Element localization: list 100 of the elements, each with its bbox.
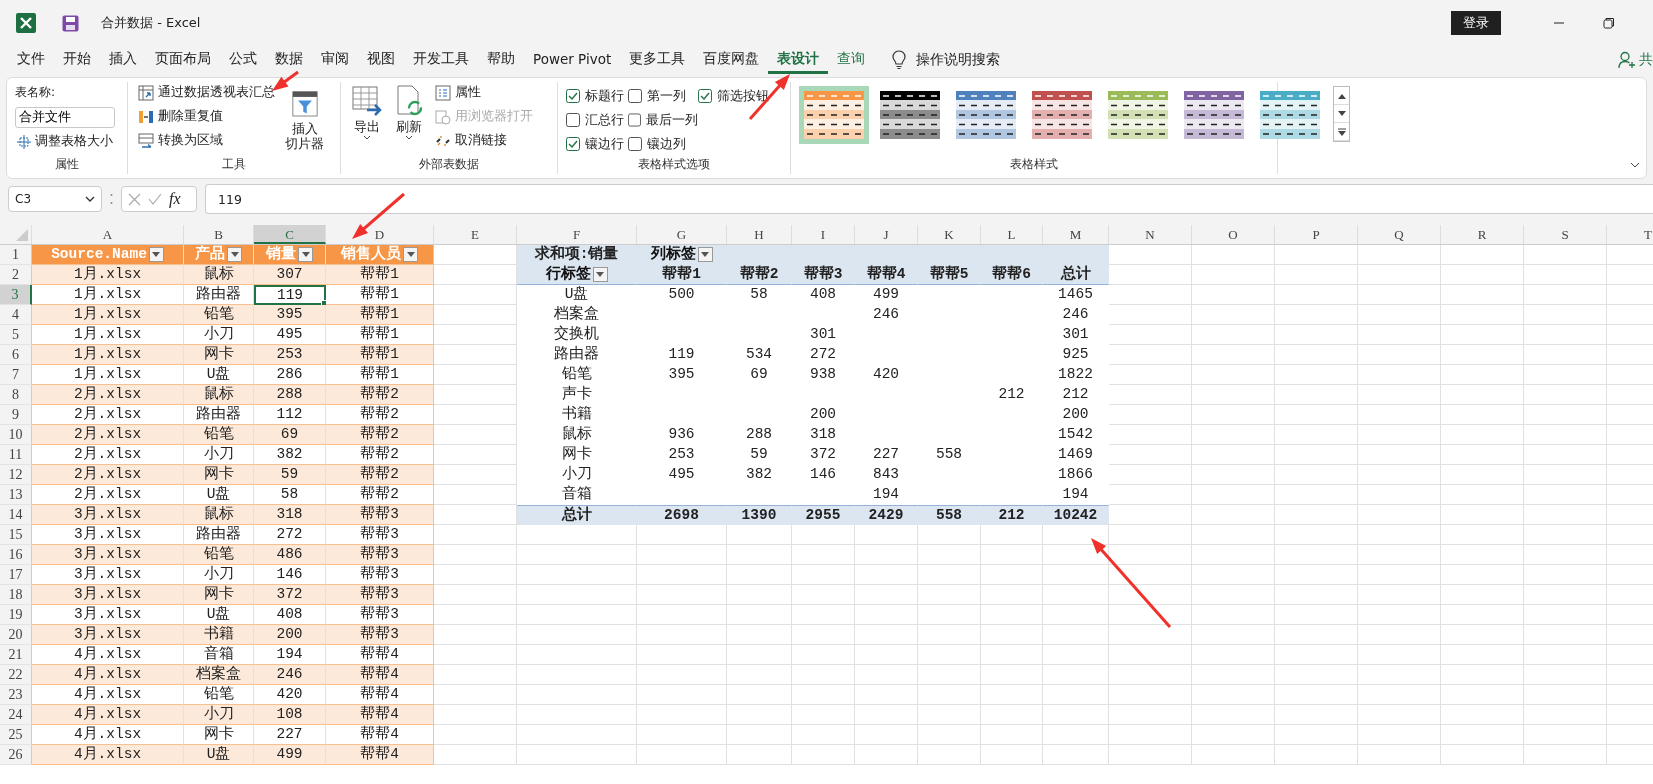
row-number[interactable]: 13 bbox=[0, 485, 32, 505]
table-cell: 小刀 bbox=[184, 565, 254, 585]
ribbon-tab[interactable]: 百度网盘 bbox=[694, 46, 769, 74]
row-number[interactable]: 20 bbox=[0, 625, 32, 645]
row-number[interactable]: 16 bbox=[0, 545, 32, 565]
filter-dropdown-button[interactable] bbox=[298, 247, 313, 262]
row-number[interactable]: 3 bbox=[0, 285, 32, 305]
row-number[interactable]: 15 bbox=[0, 525, 32, 545]
column-header[interactable]: L bbox=[981, 225, 1043, 244]
filter-dropdown-button[interactable] bbox=[227, 247, 242, 262]
column-header[interactable]: N bbox=[1109, 225, 1192, 244]
column-header[interactable]: S bbox=[1524, 225, 1607, 244]
save-icon[interactable] bbox=[62, 14, 79, 32]
checkbox-icon bbox=[628, 137, 642, 151]
option-checkbox[interactable]: 镶边列 bbox=[628, 132, 698, 156]
search-label[interactable]: 操作说明搜索 bbox=[916, 51, 1001, 69]
ribbon-tab[interactable]: 更多工具 bbox=[620, 46, 695, 74]
row-number[interactable]: 11 bbox=[0, 445, 32, 465]
row-number[interactable]: 9 bbox=[0, 405, 32, 425]
name-box[interactable]: C3 bbox=[8, 186, 102, 212]
insert-function-button[interactable]: fx bbox=[169, 190, 181, 208]
table-cell: 3月.xlsx bbox=[32, 585, 184, 605]
ribbon-tab[interactable]: 开始 bbox=[54, 46, 100, 74]
row-number[interactable]: 5 bbox=[0, 325, 32, 345]
insert-slicer-button[interactable]: 插入 切片器 bbox=[283, 82, 326, 156]
column-header[interactable]: H bbox=[727, 225, 792, 244]
column-header[interactable]: C bbox=[254, 225, 326, 244]
column-header[interactable]: Q bbox=[1358, 225, 1441, 244]
option-checkbox[interactable]: 镶边行 bbox=[566, 132, 628, 156]
column-header[interactable]: K bbox=[918, 225, 981, 244]
row-number[interactable]: 17 bbox=[0, 565, 32, 585]
column-header[interactable]: G bbox=[637, 225, 727, 244]
filter-dropdown-button[interactable] bbox=[403, 247, 418, 262]
row-number[interactable]: 4 bbox=[0, 305, 32, 325]
row-number[interactable]: 22 bbox=[0, 665, 32, 685]
option-checkbox[interactable]: 最后一列 bbox=[628, 108, 698, 132]
row-number[interactable]: 23 bbox=[0, 685, 32, 705]
column-header[interactable]: E bbox=[434, 225, 517, 244]
export-button[interactable]: 导出 bbox=[349, 82, 385, 156]
check-icon[interactable] bbox=[148, 193, 162, 205]
ribbon-tab[interactable]: 文件 bbox=[8, 46, 54, 74]
column-header[interactable]: P bbox=[1275, 225, 1358, 244]
ribbon-tab[interactable]: 数据 bbox=[266, 46, 312, 74]
restore-icon[interactable] bbox=[1603, 17, 1615, 29]
filter-dropdown-button[interactable] bbox=[148, 247, 164, 262]
filter-dropdown-button[interactable] bbox=[592, 267, 608, 282]
ribbon-tab[interactable]: 页面布局 bbox=[146, 46, 220, 74]
lightbulb-icon[interactable] bbox=[892, 50, 907, 70]
table-style-swatch[interactable] bbox=[799, 86, 869, 144]
ribbon-tab[interactable]: 审阅 bbox=[312, 46, 358, 74]
column-header[interactable]: T bbox=[1607, 225, 1653, 244]
table-cell: 帮帮4 bbox=[326, 745, 434, 765]
column-header[interactable]: I bbox=[792, 225, 855, 244]
row-number[interactable]: 21 bbox=[0, 645, 32, 665]
option-checkbox[interactable]: 第一列 bbox=[628, 84, 698, 108]
ribbon-tab[interactable]: 公式 bbox=[220, 46, 266, 74]
ribbon-button[interactable]: 删除重复值 bbox=[136, 106, 277, 127]
option-checkbox[interactable]: 标题行 bbox=[566, 84, 628, 108]
row-number[interactable]: 24 bbox=[0, 705, 32, 725]
row-number[interactable]: 18 bbox=[0, 585, 32, 605]
table-cell: 网卡 bbox=[184, 725, 254, 745]
column-header[interactable]: M bbox=[1043, 225, 1109, 244]
row-number[interactable]: 26 bbox=[0, 745, 32, 765]
row-number[interactable]: 2 bbox=[0, 265, 32, 285]
formula-field[interactable]: 119 bbox=[205, 184, 1653, 214]
collapse-ribbon-icon[interactable] bbox=[1630, 162, 1640, 168]
row-number[interactable]: 10 bbox=[0, 425, 32, 445]
column-header[interactable]: J bbox=[855, 225, 918, 244]
filter-dropdown-button[interactable] bbox=[697, 247, 713, 262]
person-add-icon[interactable] bbox=[1618, 51, 1636, 69]
refresh-button[interactable]: 刷新 bbox=[391, 82, 427, 156]
ribbon-button[interactable]: 通过数据透视表汇总 bbox=[136, 82, 277, 103]
ribbon-tab[interactable]: 插入 bbox=[100, 46, 146, 74]
share-label[interactable]: 共 bbox=[1639, 51, 1653, 69]
resize-table-button[interactable]: 调整表格大小 bbox=[15, 131, 119, 152]
row-number[interactable]: 12 bbox=[0, 465, 32, 485]
drag-handle-icon[interactable] bbox=[110, 193, 113, 205]
ribbon-tab[interactable]: Power Pivot bbox=[524, 46, 621, 74]
column-header[interactable]: F bbox=[517, 225, 637, 244]
row-number[interactable]: 6 bbox=[0, 345, 32, 365]
ribbon-button[interactable]: 转换为区域 bbox=[136, 130, 277, 151]
ribbon-tab[interactable]: 查询 bbox=[828, 46, 875, 74]
ribbon-tab[interactable]: 表设计 bbox=[768, 46, 829, 74]
ribbon-tab[interactable]: 帮助 bbox=[478, 46, 524, 74]
row-number[interactable]: 25 bbox=[0, 725, 32, 745]
option-checkbox[interactable]: 汇总行 bbox=[566, 108, 628, 132]
row-number[interactable]: 7 bbox=[0, 365, 32, 385]
ribbon-tab[interactable]: 开发工具 bbox=[404, 46, 478, 74]
ribbon-button[interactable]: 取消链接 bbox=[433, 130, 535, 151]
ribbon-tab[interactable]: 视图 bbox=[358, 46, 404, 74]
ribbon-button[interactable]: 属性 bbox=[433, 82, 535, 103]
column-header[interactable]: O bbox=[1192, 225, 1275, 244]
table-name-field[interactable]: 合并文件 bbox=[15, 107, 115, 128]
login-button[interactable]: 登录 bbox=[1451, 11, 1501, 35]
column-header[interactable]: R bbox=[1441, 225, 1524, 244]
row-number[interactable]: 19 bbox=[0, 605, 32, 625]
row-number[interactable]: 1 bbox=[0, 245, 32, 265]
column-header[interactable]: A bbox=[32, 225, 184, 244]
row-number[interactable]: 8 bbox=[0, 385, 32, 405]
row-number[interactable]: 14 bbox=[0, 505, 32, 525]
